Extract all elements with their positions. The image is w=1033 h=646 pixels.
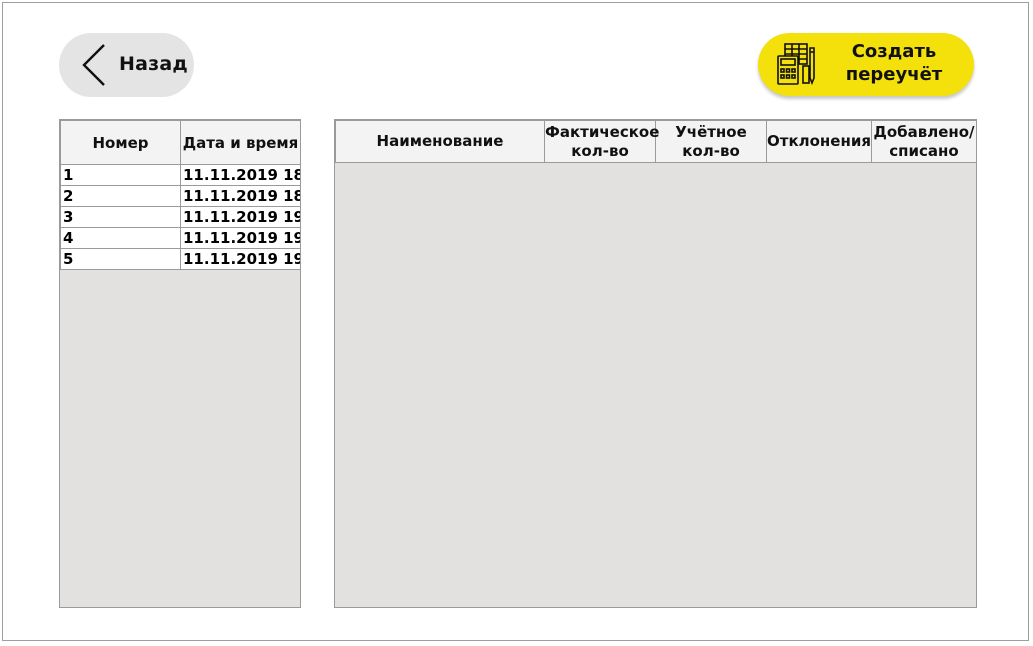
calculator-icon xyxy=(777,43,815,86)
column-header-added-written-off[interactable]: Добавлено/ списано xyxy=(871,120,977,163)
row-number: 2 xyxy=(60,185,181,207)
recount-details-panel: Наименование Фактическое кол-во Учётное … xyxy=(334,119,977,608)
column-header-deviation[interactable]: Отклонения xyxy=(766,120,872,163)
table-row[interactable]: 3 11.11.2019 19:2 xyxy=(60,206,301,228)
table-row[interactable]: 4 11.11.2019 19:2 xyxy=(60,227,301,249)
table-row[interactable]: 1 11.11.2019 18:1 xyxy=(60,164,301,186)
row-number: 4 xyxy=(60,227,181,249)
row-datetime: 11.11.2019 18:1 xyxy=(180,185,301,207)
row-number: 3 xyxy=(60,206,181,228)
column-header-actual-qty[interactable]: Фактическое кол-во xyxy=(544,120,659,163)
recount-details-table: Наименование Фактическое кол-во Учётное … xyxy=(335,120,977,163)
recount-list-panel: Номер Дата и время 1 11.11.2019 18:1 2 1… xyxy=(59,119,301,608)
column-header-datetime[interactable]: Дата и время xyxy=(180,120,301,165)
create-recount-button[interactable]: Создать переучёт xyxy=(758,33,974,96)
recount-list-table: Номер Дата и время 1 11.11.2019 18:1 2 1… xyxy=(60,120,301,270)
column-header-number[interactable]: Номер xyxy=(60,120,181,165)
back-button[interactable]: Назад xyxy=(59,33,194,97)
row-number: 5 xyxy=(60,248,181,270)
table-header-row: Наименование Фактическое кол-во Учётное … xyxy=(335,120,977,163)
row-datetime: 11.11.2019 19:3 xyxy=(180,248,301,270)
table-row[interactable]: 2 11.11.2019 18:1 xyxy=(60,185,301,207)
row-number: 1 xyxy=(60,164,181,186)
table-header-row: Номер Дата и время xyxy=(60,120,301,165)
chevron-left-icon xyxy=(82,44,105,86)
table-row[interactable]: 5 11.11.2019 19:3 xyxy=(60,248,301,270)
back-button-label: Назад xyxy=(119,53,188,75)
row-datetime: 11.11.2019 19:2 xyxy=(180,206,301,228)
row-datetime: 11.11.2019 19:2 xyxy=(180,227,301,249)
column-header-book-qty[interactable]: Учётное кол-во xyxy=(655,120,767,163)
row-datetime: 11.11.2019 18:1 xyxy=(180,164,301,186)
column-header-name[interactable]: Наименование xyxy=(335,120,545,163)
create-recount-label: Создать переучёт xyxy=(845,41,943,85)
